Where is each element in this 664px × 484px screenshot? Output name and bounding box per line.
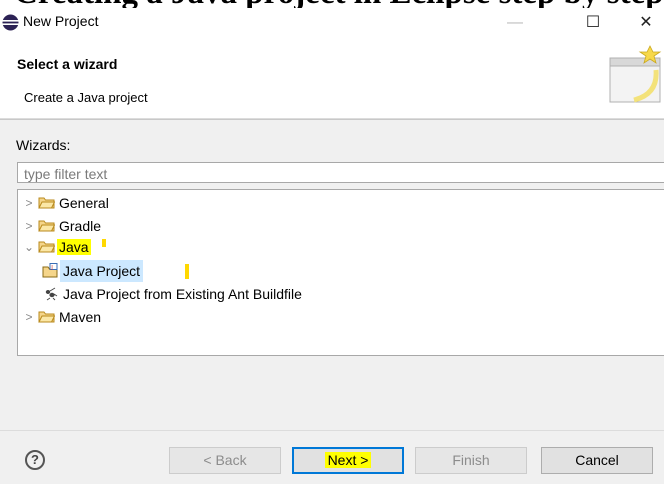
chevron-right-icon[interactable]: >	[22, 306, 36, 328]
ant-icon	[45, 287, 58, 301]
chevron-down-icon[interactable]: ⌄	[22, 236, 36, 258]
close-button[interactable]: ✕	[628, 10, 664, 36]
tree-item-label: Gradle	[59, 218, 102, 234]
chevron-right-icon[interactable]: >	[22, 215, 36, 237]
highlight-mark	[102, 239, 106, 247]
eclipse-app-icon	[2, 14, 19, 31]
partial-heading-overlay: Creating a Java project in Eclipse step …	[14, 0, 664, 10]
cancel-button[interactable]: Cancel	[541, 447, 653, 474]
highlight-mark	[185, 264, 189, 279]
title-bar	[0, 8, 664, 38]
next-button-label: Next >	[324, 452, 372, 468]
tree-item-label: Java	[57, 239, 91, 255]
wizards-label: Wizards:	[16, 137, 71, 153]
folder-icon	[38, 197, 55, 209]
tree-item-label: Maven	[59, 309, 102, 325]
filter-input[interactable]	[17, 162, 664, 183]
folder-icon	[38, 311, 55, 323]
back-button[interactable]: < Back	[169, 447, 281, 474]
window-title: New Project	[23, 13, 99, 29]
svg-text:J: J	[50, 265, 53, 271]
tree-item-label: General	[59, 195, 109, 211]
wizard-tree[interactable]: > General > Gradle ⌄ Java J Java Project	[17, 189, 664, 356]
java-project-icon: J	[42, 263, 58, 278]
chevron-right-icon[interactable]: >	[22, 192, 36, 214]
folder-open-icon	[38, 241, 55, 253]
next-button[interactable]: Next >	[292, 447, 404, 474]
tree-item-label: Java Project	[60, 260, 144, 282]
header-subtitle: Create a Java project	[24, 90, 148, 105]
maximize-button[interactable]: ☐	[575, 10, 611, 36]
tree-item-label: Java Project from Existing Ant Buildfile	[63, 286, 302, 302]
header-title: Select a wizard	[17, 56, 118, 72]
wizard-header	[0, 40, 664, 119]
help-icon[interactable]: ?	[25, 450, 45, 470]
wizard-banner-icon	[609, 45, 662, 103]
finish-button[interactable]: Finish	[415, 447, 527, 474]
folder-icon	[38, 220, 55, 232]
minimize-button[interactable]: —	[497, 10, 533, 36]
